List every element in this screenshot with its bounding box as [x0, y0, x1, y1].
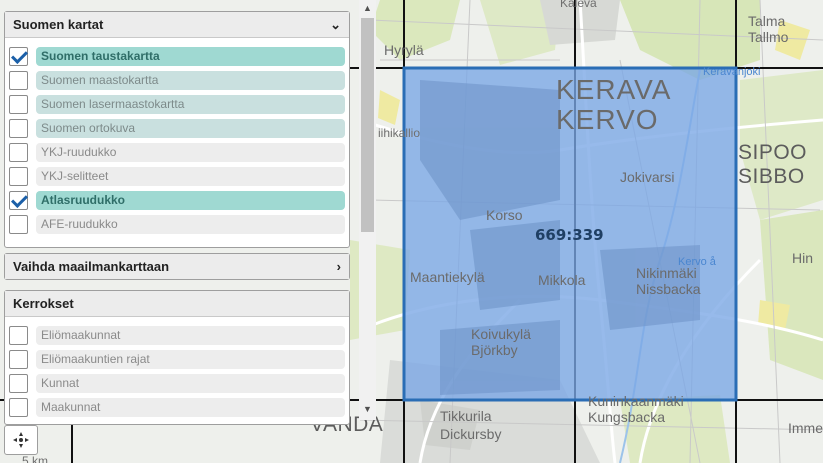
- suomen-kartat-layer-row[interactable]: Suomen taustakartta: [5, 44, 349, 68]
- place-label-sipoo: SIPOO: [738, 141, 808, 164]
- kerrokset-layer-row[interactable]: Kunnat: [5, 371, 349, 395]
- place-label-keravanjoki: Keravanjoki: [703, 66, 761, 78]
- vaihda-maailmankarttaan-section[interactable]: Vaihda maailmankarttaan ›: [4, 253, 350, 280]
- kerrokset-title: Kerrokset: [13, 296, 74, 311]
- place-label-imme: Imme: [788, 420, 823, 436]
- kerrokset-layer-row[interactable]: Eliömaakuntien rajat: [5, 347, 349, 371]
- layer-label[interactable]: Atlasruudukko: [36, 190, 345, 210]
- layer-checkbox[interactable]: [9, 142, 28, 162]
- layer-label[interactable]: Eliömaakuntien rajat: [36, 349, 345, 369]
- layer-checkbox[interactable]: [9, 94, 28, 114]
- layer-label[interactable]: Kunnat: [36, 373, 345, 393]
- layer-checkbox[interactable]: [9, 397, 28, 417]
- suomen-kartat-layer-row[interactable]: Atlasruudukko: [5, 188, 349, 212]
- kerrokset-section: Kerrokset Eliömaakunnat Eliömaakuntien ra…: [4, 290, 350, 425]
- place-label-mikkola: Mikkola: [538, 272, 586, 288]
- scroll-down-arrow-icon[interactable]: ▼: [359, 401, 376, 418]
- kerrokset-list: Eliömaakunnat Eliömaakuntien rajat Kunnat M…: [5, 317, 349, 419]
- place-label-hyryla: Hyrylä: [384, 42, 424, 58]
- layer-checkbox[interactable]: [9, 214, 28, 234]
- place-label-iihikallio: iihikallio: [378, 126, 421, 140]
- suomen-kartat-section: Suomen kartat ⌄ Suomen taustakartta Suome…: [4, 11, 350, 248]
- place-label-tikkurila: Tikkurila: [440, 408, 492, 424]
- place-label-nissbacka: Nissbacka: [636, 281, 701, 297]
- kerrokset-layer-row[interactable]: Maakunnat: [5, 395, 349, 419]
- layer-checkbox[interactable]: [9, 325, 28, 345]
- place-label-nikinmaki: Nikinmäki: [636, 265, 697, 281]
- suomen-kartat-layer-row[interactable]: YKJ-ruudukko: [5, 140, 349, 164]
- scale-bar-label: 5 km: [22, 454, 49, 463]
- place-label-jokivarsi: Jokivarsi: [620, 169, 675, 185]
- layer-checkbox[interactable]: [9, 373, 28, 393]
- suomen-kartat-layer-row[interactable]: Suomen ortokuva: [5, 116, 349, 140]
- layer-label[interactable]: YKJ-selitteet: [36, 166, 345, 186]
- place-label-tallmo: Tallmo: [748, 29, 789, 45]
- layer-panel: Suomen kartat ⌄ Suomen taustakartta Suome…: [0, 0, 376, 425]
- layer-checkbox[interactable]: [9, 46, 28, 66]
- suomen-kartat-layer-row[interactable]: YKJ-selitteet: [5, 164, 349, 188]
- place-label-korso: Korso: [486, 207, 523, 223]
- place-label-kuninkaanmaki: Kuninkaanmäki: [588, 393, 684, 409]
- place-label-hin: Hin: [792, 250, 814, 266]
- kerrokset-header: Kerrokset: [5, 291, 349, 317]
- layer-label[interactable]: AFE-ruudukko: [36, 214, 345, 234]
- layer-checkbox[interactable]: [9, 349, 28, 369]
- suomen-kartat-layer-row[interactable]: AFE-ruudukko: [5, 212, 349, 236]
- place-label-kungsbacka: Kungsbacka: [588, 409, 666, 425]
- place-label-maantiekyla: Maantiekylä: [410, 269, 485, 285]
- layer-label[interactable]: Suomen taustakartta: [36, 46, 345, 66]
- suomen-kartat-title: Suomen kartat: [13, 17, 104, 32]
- locate-crosshair-icon: [13, 432, 29, 448]
- layer-label[interactable]: Suomen lasermaastokartta: [36, 94, 345, 114]
- layer-checkbox[interactable]: [9, 70, 28, 90]
- place-label-koivukyla: Koivukylä: [471, 326, 531, 342]
- layer-checkbox[interactable]: [9, 190, 28, 210]
- suomen-kartat-list: Suomen taustakartta Suomen maastokartta Su…: [5, 38, 349, 236]
- chevron-down-icon[interactable]: ⌄: [330, 17, 341, 33]
- layer-label[interactable]: Suomen ortokuva: [36, 118, 345, 138]
- suomen-kartat-layer-row[interactable]: Suomen maastokartta: [5, 68, 349, 92]
- place-label-kaleva: Kaleva: [560, 0, 597, 10]
- place-label-kerava: KERAVA: [556, 74, 672, 105]
- chevron-right-icon[interactable]: ›: [337, 259, 341, 274]
- place-label-sibbo: SIBBO: [738, 165, 805, 188]
- layer-label[interactable]: Eliömaakunnat: [36, 325, 345, 345]
- place-label-bjorkby: Björkby: [471, 342, 518, 358]
- panel-scrollbar[interactable]: ▲ ▼: [359, 0, 376, 420]
- layer-checkbox[interactable]: [9, 118, 28, 138]
- suomen-kartat-layer-row[interactable]: Suomen lasermaastokartta: [5, 92, 349, 116]
- scrollbar-thumb[interactable]: [361, 18, 374, 232]
- layer-label[interactable]: Suomen maastokartta: [36, 70, 345, 90]
- layer-checkbox[interactable]: [9, 166, 28, 186]
- place-label-dickursby: Dickursby: [440, 426, 502, 442]
- place-label-kervo: KERVO: [556, 104, 659, 135]
- selected-cell-id: 669:339: [535, 226, 604, 244]
- kerrokset-layer-row[interactable]: Eliömaakunnat: [5, 323, 349, 347]
- vaihda-maailmankarttaan-title: Vaihda maailmankarttaan: [13, 259, 170, 274]
- scroll-up-arrow-icon[interactable]: ▲: [359, 0, 376, 17]
- suomen-kartat-header[interactable]: Suomen kartat ⌄: [5, 12, 349, 38]
- locate-button[interactable]: [4, 425, 38, 455]
- place-label-talma: Talma: [748, 13, 786, 29]
- layer-label[interactable]: YKJ-ruudukko: [36, 142, 345, 162]
- vaihda-maailmankarttaan-header[interactable]: Vaihda maailmankarttaan ›: [5, 254, 349, 279]
- layer-label[interactable]: Maakunnat: [36, 397, 345, 417]
